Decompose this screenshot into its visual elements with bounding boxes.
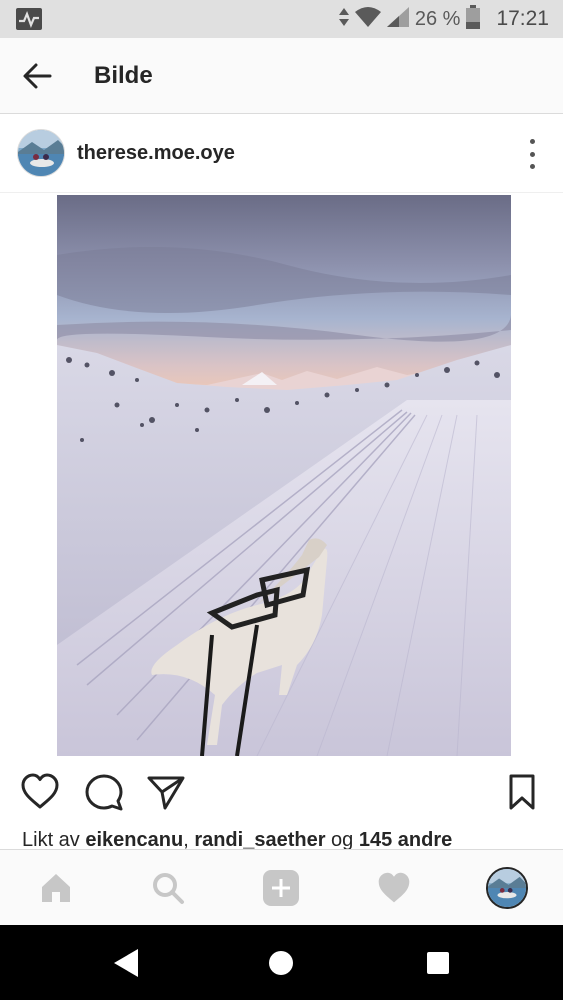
back-button[interactable] — [22, 60, 54, 92]
avatar[interactable] — [17, 129, 65, 177]
arrow-left-icon — [23, 63, 52, 89]
nav-activity[interactable] — [374, 868, 414, 908]
save-button[interactable] — [502, 772, 542, 812]
like-button[interactable] — [20, 772, 60, 812]
clock: 17:21 — [496, 7, 549, 30]
wifi-icon — [354, 6, 381, 32]
heart-icon — [21, 773, 59, 809]
home-icon — [42, 874, 70, 902]
liker-link[interactable]: randi_saether — [194, 829, 325, 851]
share-button[interactable] — [146, 772, 186, 812]
nav-add-post[interactable] — [261, 868, 301, 908]
activity-icon — [16, 8, 42, 35]
search-icon — [153, 873, 184, 904]
status-bar: 26 % 17:21 — [0, 0, 563, 38]
nav-profile[interactable] — [486, 867, 528, 909]
data-arrows-icon — [338, 7, 349, 31]
status-icons: 26 % 17:21 — [338, 4, 549, 34]
post-photo-area — [0, 193, 563, 756]
likes-count-link[interactable]: 145 andre — [359, 829, 452, 851]
square-recents-icon — [427, 952, 449, 974]
circle-home-icon — [269, 951, 293, 975]
more-vertical-icon — [529, 139, 535, 144]
system-back-button[interactable] — [110, 947, 142, 979]
heart-icon — [378, 872, 410, 903]
likes-prefix: Likt av — [22, 829, 86, 851]
nav-search[interactable] — [148, 868, 188, 908]
post-header: therese.moe.oye — [0, 115, 563, 193]
plus-icon — [263, 870, 299, 906]
post-actions — [0, 768, 563, 818]
post-username[interactable]: therese.moe.oye — [77, 142, 235, 165]
nav-home[interactable] — [36, 868, 76, 908]
liker-link[interactable]: eikencanu — [85, 829, 183, 851]
battery-icon — [466, 4, 481, 34]
bottom-navigation — [0, 849, 563, 925]
avatar — [488, 869, 526, 907]
post-photo[interactable] — [57, 195, 511, 756]
triangle-back-icon — [114, 949, 138, 977]
system-navigation-bar — [0, 925, 563, 1000]
bookmark-icon — [509, 774, 535, 810]
signal-icon — [386, 6, 409, 32]
system-home-button[interactable] — [265, 947, 297, 979]
page-title: Bilde — [94, 62, 153, 89]
send-icon — [147, 776, 185, 810]
system-recents-button[interactable] — [422, 947, 454, 979]
comment-icon — [85, 774, 123, 811]
battery-percentage: 26 % — [414, 7, 461, 30]
app-header: Bilde — [0, 38, 563, 114]
more-options-button[interactable] — [527, 139, 537, 169]
comment-button[interactable] — [84, 772, 124, 812]
